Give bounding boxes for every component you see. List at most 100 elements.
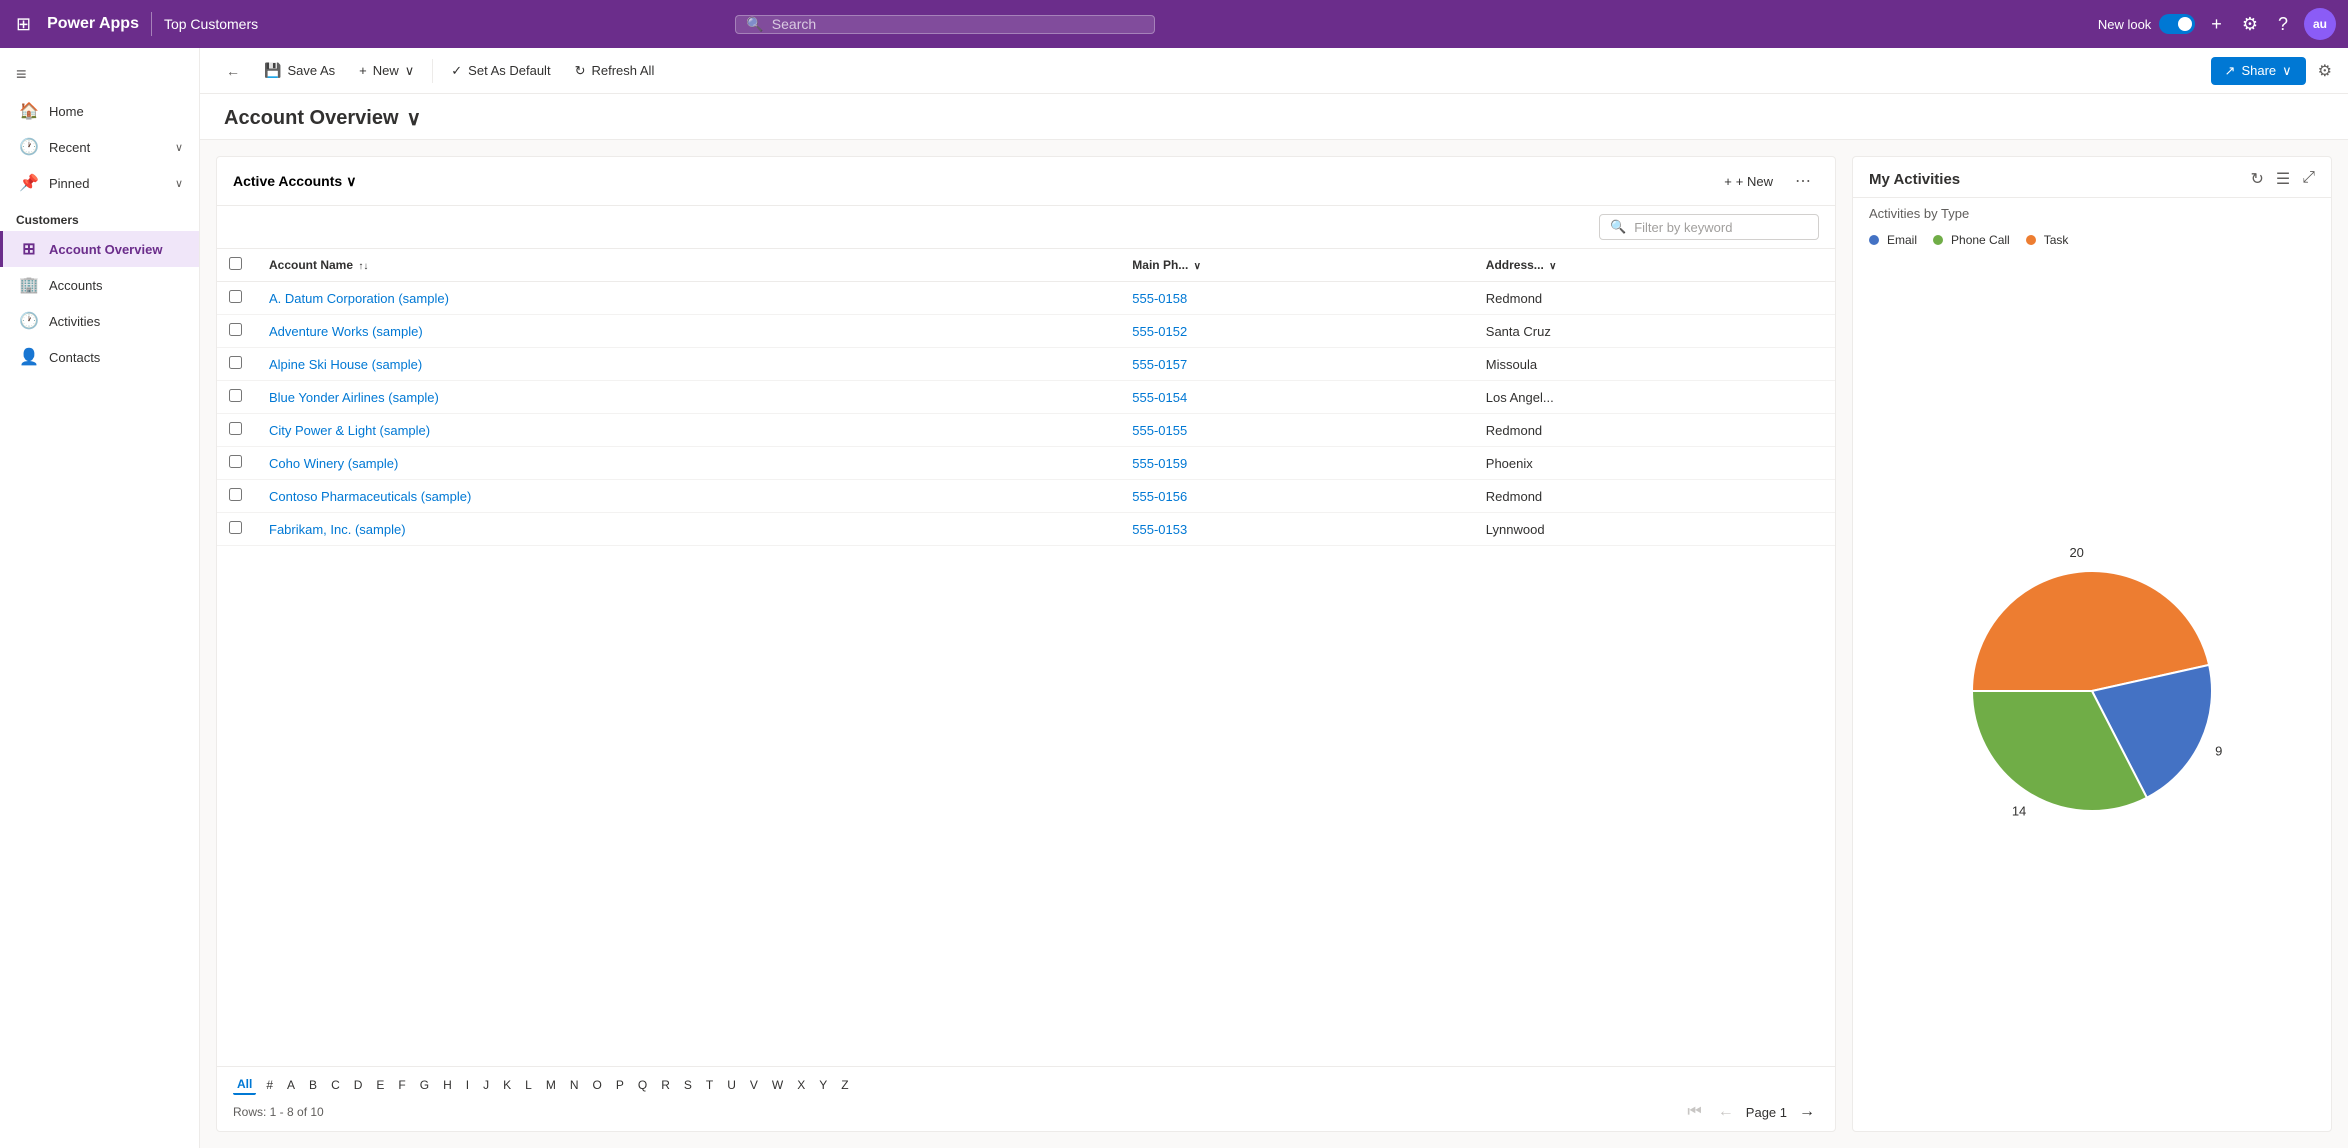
alpha-nav-btn[interactable]: J	[479, 1076, 493, 1094]
alpha-nav-btn[interactable]: R	[657, 1076, 674, 1094]
phone-link[interactable]: 555-0153	[1132, 522, 1187, 537]
save-as-button[interactable]: 💾 Save As	[254, 56, 345, 85]
phone-link[interactable]: 555-0157	[1132, 357, 1187, 372]
sidebar-item-pinned[interactable]: 📌 Pinned ∨	[0, 165, 199, 201]
sidebar-item-activities[interactable]: 🕐 Activities	[0, 303, 199, 339]
page-title[interactable]: Account Overview ∨	[224, 106, 2324, 131]
account-name-link[interactable]: Alpine Ski House (sample)	[269, 357, 422, 372]
next-page-button[interactable]: →	[1795, 1101, 1819, 1123]
filter-input[interactable]	[1634, 220, 1808, 235]
account-name-link[interactable]: Adventure Works (sample)	[269, 324, 423, 339]
sidebar-item-recent[interactable]: 🕐 Recent ∨	[0, 129, 199, 165]
sidebar-item-contacts[interactable]: 👤 Contacts	[0, 339, 199, 375]
address-header[interactable]: Address... ∨	[1474, 249, 1835, 282]
search-input[interactable]	[772, 16, 1145, 32]
row-checkbox-cell[interactable]	[217, 414, 257, 447]
first-page-button[interactable]: ⏮	[1683, 1101, 1705, 1123]
alpha-nav-btn[interactable]: C	[327, 1076, 344, 1094]
row-checkbox[interactable]	[229, 323, 242, 336]
alpha-nav-btn[interactable]: V	[746, 1076, 762, 1094]
alpha-nav-btn[interactable]: T	[702, 1076, 717, 1094]
sidebar-hamburger[interactable]: ≡	[0, 56, 199, 93]
more-options-button[interactable]: ⋯	[1787, 167, 1819, 195]
refresh-button[interactable]: ↻ Refresh All	[565, 57, 665, 85]
activities-header: My Activities ↻ ☰ ⤢	[1853, 157, 2331, 198]
active-accounts-title[interactable]: Active Accounts ∨	[233, 173, 356, 190]
main-phone-header[interactable]: Main Ph... ∨	[1120, 249, 1474, 282]
alpha-nav-btn[interactable]: Z	[837, 1076, 852, 1094]
refresh-activities-icon[interactable]: ↻	[2250, 169, 2263, 189]
phone-link[interactable]: 555-0152	[1132, 324, 1187, 339]
plus-icon[interactable]: +	[2207, 10, 2226, 39]
sidebar-item-account-overview[interactable]: ⊞ Account Overview	[0, 231, 199, 267]
row-checkbox-cell[interactable]	[217, 348, 257, 381]
alpha-nav-btn[interactable]: H	[439, 1076, 456, 1094]
new-look-switch[interactable]	[2159, 14, 2195, 34]
alpha-nav-btn[interactable]: #	[262, 1076, 277, 1094]
new-account-button[interactable]: + + New	[1714, 170, 1783, 193]
phone-link[interactable]: 555-0155	[1132, 423, 1187, 438]
alpha-nav-btn[interactable]: W	[768, 1076, 787, 1094]
new-button[interactable]: + New ∨	[349, 57, 424, 85]
row-checkbox-cell[interactable]	[217, 513, 257, 546]
alpha-nav-btn[interactable]: N	[566, 1076, 583, 1094]
help-icon[interactable]: ?	[2274, 10, 2292, 39]
alpha-nav-btn[interactable]: D	[350, 1076, 367, 1094]
sidebar-item-home[interactable]: 🏠 Home	[0, 93, 199, 129]
row-checkbox[interactable]	[229, 422, 242, 435]
row-checkbox-cell[interactable]	[217, 480, 257, 513]
alpha-nav-btn[interactable]: G	[416, 1076, 433, 1094]
alpha-nav-btn[interactable]: S	[680, 1076, 696, 1094]
alpha-nav-btn[interactable]: X	[793, 1076, 809, 1094]
back-button[interactable]: ←	[216, 57, 250, 85]
avatar[interactable]: au	[2304, 8, 2336, 40]
row-checkbox[interactable]	[229, 521, 242, 534]
account-name-link[interactable]: Contoso Pharmaceuticals (sample)	[269, 489, 471, 504]
phone-link[interactable]: 555-0156	[1132, 489, 1187, 504]
alpha-nav-btn[interactable]: I	[462, 1076, 473, 1094]
settings-icon[interactable]: ⚙	[2238, 10, 2262, 39]
alpha-nav-btn[interactable]: M	[542, 1076, 560, 1094]
account-name-link[interactable]: Coho Winery (sample)	[269, 456, 398, 471]
sidebar-item-accounts[interactable]: 🏢 Accounts	[0, 267, 199, 303]
alpha-nav-btn[interactable]: U	[723, 1076, 740, 1094]
select-all-checkbox[interactable]	[229, 257, 242, 270]
phone-link[interactable]: 555-0159	[1132, 456, 1187, 471]
row-checkbox-cell[interactable]	[217, 447, 257, 480]
alpha-nav-btn[interactable]: P	[612, 1076, 628, 1094]
alpha-nav-btn[interactable]: K	[499, 1076, 515, 1094]
alpha-nav-btn[interactable]: O	[589, 1076, 606, 1094]
settings-panel-icon[interactable]: ⚙	[2318, 61, 2332, 81]
row-checkbox[interactable]	[229, 290, 242, 303]
account-name-link[interactable]: City Power & Light (sample)	[269, 423, 430, 438]
phone-link[interactable]: 555-0158	[1132, 291, 1187, 306]
expand-activities-icon[interactable]: ⤢	[2302, 169, 2315, 189]
set-default-button[interactable]: ✓ Set As Default	[441, 57, 560, 85]
row-checkbox[interactable]	[229, 389, 242, 402]
row-checkbox-cell[interactable]	[217, 282, 257, 315]
row-checkbox-cell[interactable]	[217, 381, 257, 414]
prev-page-button[interactable]: ←	[1714, 1101, 1738, 1123]
search-bar[interactable]: 🔍	[735, 15, 1155, 34]
account-name-header[interactable]: Account Name ↑↓	[257, 249, 1120, 282]
phone-link[interactable]: 555-0154	[1132, 390, 1187, 405]
share-button[interactable]: ↗ Share ∨	[2211, 57, 2306, 85]
row-checkbox[interactable]	[229, 356, 242, 369]
row-checkbox[interactable]	[229, 455, 242, 468]
select-all-header[interactable]	[217, 249, 257, 282]
row-checkbox-cell[interactable]	[217, 315, 257, 348]
account-name-link[interactable]: Blue Yonder Airlines (sample)	[269, 390, 439, 405]
alpha-nav-btn[interactable]: E	[372, 1076, 388, 1094]
waffle-icon[interactable]: ⊞	[12, 10, 35, 39]
alpha-nav-btn[interactable]: B	[305, 1076, 321, 1094]
alpha-nav-btn[interactable]: L	[521, 1076, 536, 1094]
account-name-link[interactable]: A. Datum Corporation (sample)	[269, 291, 449, 306]
list-activities-icon[interactable]: ☰	[2276, 169, 2290, 189]
alpha-nav-btn[interactable]: Y	[815, 1076, 831, 1094]
alpha-nav-btn[interactable]: Q	[634, 1076, 651, 1094]
alpha-nav-btn[interactable]: All	[233, 1075, 256, 1095]
row-checkbox[interactable]	[229, 488, 242, 501]
alpha-nav-btn[interactable]: A	[283, 1076, 299, 1094]
account-name-link[interactable]: Fabrikam, Inc. (sample)	[269, 522, 406, 537]
alpha-nav-btn[interactable]: F	[394, 1076, 409, 1094]
